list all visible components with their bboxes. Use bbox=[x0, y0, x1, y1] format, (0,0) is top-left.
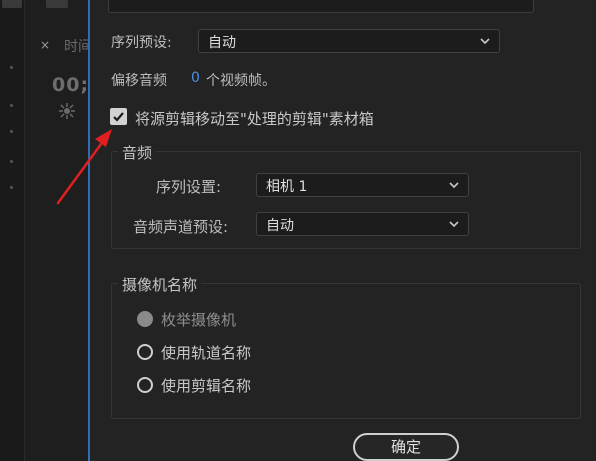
audio-sequence-settings-label: 序列设置: bbox=[156, 178, 222, 196]
checkmark-icon bbox=[113, 112, 124, 122]
chevron-down-icon bbox=[449, 182, 459, 189]
audio-channel-preset-value: 自动 bbox=[266, 218, 294, 234]
name-field-partial[interactable] bbox=[108, 0, 534, 13]
ok-button[interactable]: 确定 bbox=[353, 433, 459, 461]
chevron-down-icon bbox=[480, 38, 490, 45]
audio-channel-preset-label: 音频声道预设: bbox=[133, 218, 229, 236]
audio-group-title: 音频 bbox=[118, 142, 157, 163]
radio-enumerate-cameras-label: 枚举摄像机 bbox=[161, 311, 237, 329]
timeline-tab-close-icon[interactable]: × bbox=[40, 38, 50, 52]
chevron-down-icon bbox=[449, 221, 459, 228]
tool-strip bbox=[0, 0, 25, 461]
radio-enumerate-cameras[interactable] bbox=[137, 311, 153, 327]
snap-icon[interactable] bbox=[58, 102, 76, 120]
tool-dot bbox=[10, 104, 13, 107]
sequence-preset-value: 自动 bbox=[208, 35, 236, 51]
offset-audio-label: 偏移音频 bbox=[111, 73, 167, 89]
screen: × 时间 00;0 序列预设: 自动 偏移音频 0 个视频帧。 将源剪辑移动至"… bbox=[0, 0, 596, 461]
radio-use-clip-names[interactable] bbox=[137, 377, 153, 393]
sequence-preset-label: 序列预设: bbox=[111, 35, 172, 51]
top-tool-chip bbox=[2, 0, 22, 8]
audio-channel-preset-dropdown[interactable]: 自动 bbox=[256, 212, 469, 236]
tool-dot bbox=[10, 160, 13, 163]
move-clips-checkbox[interactable] bbox=[110, 108, 127, 125]
tool-dot bbox=[10, 186, 13, 189]
audio-sequence-settings-dropdown[interactable]: 相机 1 bbox=[256, 173, 469, 197]
radio-use-track-names-label: 使用轨道名称 bbox=[161, 344, 252, 362]
sequence-preset-dropdown[interactable]: 自动 bbox=[198, 29, 500, 53]
radio-use-track-names[interactable] bbox=[137, 344, 153, 360]
audio-sequence-settings-value: 相机 1 bbox=[266, 179, 308, 195]
move-clips-label: 将源剪辑移动至"处理的剪辑"素材箱 bbox=[135, 110, 374, 128]
radio-use-clip-names-label: 使用剪辑名称 bbox=[161, 377, 252, 395]
offset-audio-value[interactable]: 0 bbox=[191, 70, 200, 86]
offset-audio-suffix: 个视频帧。 bbox=[206, 73, 276, 89]
camera-names-group-title: 摄像机名称 bbox=[118, 274, 202, 295]
top-tool-chip bbox=[46, 0, 68, 8]
tool-dot bbox=[10, 66, 13, 69]
tool-dot bbox=[10, 130, 13, 133]
